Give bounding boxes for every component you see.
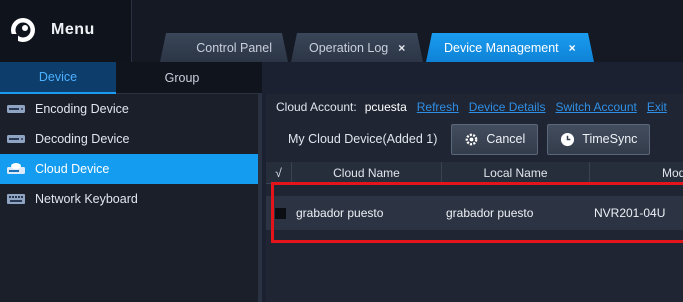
table-gap [266,184,683,196]
cancel-button[interactable]: Cancel [451,123,539,155]
tab-label: Control Panel [196,40,272,55]
device-details-link[interactable]: Device Details [469,100,546,114]
sidebar-item-label: Decoding Device [35,132,130,146]
cloud-account-username: pcuesta [364,100,407,114]
encoding-device-icon [7,105,25,113]
cloud-name-column-header[interactable]: Cloud Name [292,161,442,184]
cancel-button-label: Cancel [486,132,526,146]
sidebar-item-encoding-device[interactable]: Encoding Device [0,94,258,124]
sidebar-item-network-keyboard[interactable]: Network Keyboard [0,184,258,214]
sidebar-item-label: Cloud Device [35,162,110,176]
cancel-gear-icon [466,133,478,145]
main-content: Cloud Account: pcuesta Refresh Device De… [266,94,683,302]
tab-group[interactable]: Group [124,62,240,94]
device-type-sidebar: Encoding Device Decoding Device Cloud De… [0,94,262,302]
top-bar: Menu Control Panel Operation Log × Devic… [0,0,683,62]
exit-link[interactable]: Exit [647,100,667,114]
switch-account-link[interactable]: Switch Account [555,100,636,114]
left-panel-tabs: Device Group [0,62,262,94]
app-window: Menu Control Panel Operation Log × Devic… [0,0,683,302]
table-header: √ Cloud Name Local Name Mode [266,161,683,184]
cloud-account-bar: Cloud Account: pcuesta Refresh Device De… [266,94,683,120]
keyboard-icon [7,194,25,204]
tab-label: Operation Log [309,40,389,55]
tab-device-management[interactable]: Device Management × [426,33,594,62]
timesync-button-label: TimeSync [582,132,638,146]
eye-logo-icon [10,18,35,43]
tab-strip: Control Panel Operation Log × Device Man… [160,33,597,62]
tab-operation-log[interactable]: Operation Log × [291,33,423,62]
cloud-name-cell: grabador puesto [296,206,384,220]
local-name-cell: grabador puesto [446,206,534,220]
tab-control-panel[interactable]: Control Panel [160,33,288,62]
tab-device[interactable]: Device [0,62,116,94]
sidebar-item-label: Network Keyboard [35,192,138,206]
table-row[interactable]: grabador puesto grabador puesto NVR201-0… [266,196,683,230]
decoding-device-icon [7,135,25,143]
cloud-account-label: Cloud Account: [276,100,357,114]
cloud-device-table: √ Cloud Name Local Name Mode grabador pu… [266,161,683,302]
row-select-cell [266,196,292,230]
select-column-header[interactable]: √ [266,161,292,184]
clock-icon [561,132,575,146]
tab-label: Device Management [444,40,559,55]
sidebar-item-label: Encoding Device [35,102,129,116]
refresh-link[interactable]: Refresh [417,100,459,114]
sidebar-item-decoding-device[interactable]: Decoding Device [0,124,258,154]
menu-label: Menu [51,21,95,38]
close-icon[interactable]: × [398,41,405,55]
sidebar-item-cloud-device[interactable]: Cloud Device [0,154,258,184]
menu-button[interactable]: Menu [0,0,132,62]
timesync-button[interactable]: TimeSync [547,123,651,155]
cloud-device-count-title: My Cloud Device(Added 1) [288,132,438,146]
model-cell: NVR201-04U [594,206,666,220]
cloud-device-icon [7,163,25,174]
row-checkbox[interactable] [275,207,286,219]
local-name-column-header[interactable]: Local Name [442,161,590,184]
cloud-device-toolbar: My Cloud Device(Added 1) Cancel TimeSync [266,120,683,158]
close-icon[interactable]: × [569,41,576,55]
model-column-header[interactable]: Mode [590,162,683,184]
